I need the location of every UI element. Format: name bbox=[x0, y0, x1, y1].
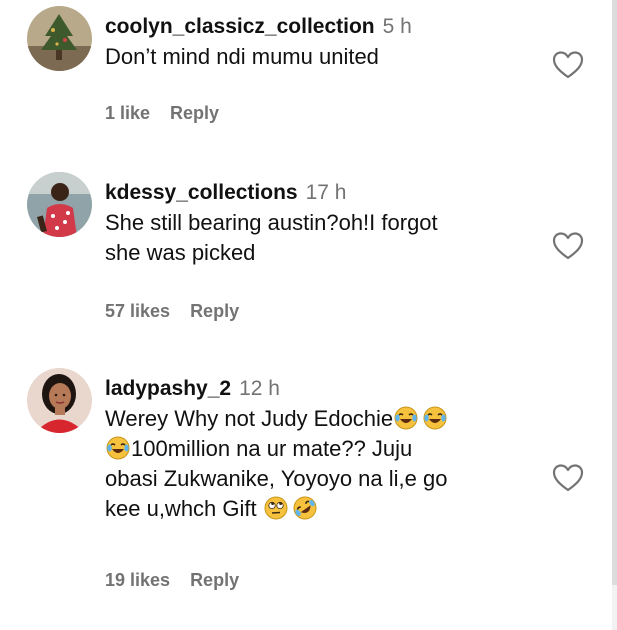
timestamp[interactable]: 12 h bbox=[239, 377, 280, 400]
comment-meta: 19 likes Reply bbox=[105, 569, 239, 591]
comment-text: Werey Why not Judy Edochie 100million na… bbox=[105, 404, 545, 524]
person-photo-avatar-icon bbox=[27, 172, 92, 237]
username[interactable]: coolyn_classicz_collection bbox=[105, 15, 375, 38]
likes-count[interactable]: 1 like bbox=[105, 103, 150, 123]
avatar[interactable] bbox=[27, 172, 92, 237]
rolling-on-the-floor-laughing-icon bbox=[293, 496, 317, 520]
likes-count[interactable]: 57 likes bbox=[105, 301, 170, 321]
comment-text-line: 100million na ur mate?? Juju bbox=[105, 434, 545, 464]
comment-text-segment: 100million na ur mate?? Juju bbox=[131, 436, 413, 461]
heart-outline-icon bbox=[552, 464, 584, 492]
comment-text-line: obasi Zukwanike, Yoyoyo na li,e go bbox=[105, 466, 448, 491]
comment-text: Don’t mind ndi mumu united bbox=[105, 42, 545, 72]
timestamp[interactable]: 5 h bbox=[383, 15, 412, 38]
tree-photo-avatar-icon bbox=[27, 6, 92, 71]
comment-text-line: Don’t mind ndi mumu united bbox=[105, 44, 379, 69]
comment-text-line: she was picked bbox=[105, 240, 256, 265]
reply-button[interactable]: Reply bbox=[190, 301, 239, 321]
username[interactable]: kdessy_collections bbox=[105, 181, 298, 204]
comment-body: ladypashy_2 12 h Werey Why not Judy Edoch… bbox=[105, 376, 545, 524]
reply-button[interactable]: Reply bbox=[190, 570, 239, 590]
comment-header: ladypashy_2 12 h bbox=[105, 376, 545, 402]
timestamp[interactable]: 17 h bbox=[306, 181, 347, 204]
scrollbar-track[interactable] bbox=[612, 0, 617, 630]
comment-header: kdessy_collections 17 h bbox=[105, 180, 545, 206]
username[interactable]: ladypashy_2 bbox=[105, 377, 231, 400]
heart-outline-icon bbox=[552, 232, 584, 260]
comment-body: kdessy_collections 17 h She still bearing… bbox=[105, 180, 545, 268]
heart-outline-icon bbox=[552, 51, 584, 79]
comment-text-segment: kee u,whch Gift bbox=[105, 496, 257, 521]
face-with-rolling-eyes-icon bbox=[264, 496, 288, 520]
face-with-tears-of-joy-icon bbox=[423, 406, 447, 430]
avatar[interactable] bbox=[27, 368, 92, 433]
comment-meta: 1 like Reply bbox=[105, 102, 219, 124]
like-button[interactable] bbox=[552, 231, 584, 261]
avatar[interactable] bbox=[27, 6, 92, 71]
comment-header: coolyn_classicz_collection 5 h bbox=[105, 14, 545, 40]
comment-body: coolyn_classicz_collection 5 h Don’t mind… bbox=[105, 14, 545, 72]
comment-text-line: She still bearing austin?oh!I forgot bbox=[105, 210, 438, 235]
face-with-tears-of-joy-icon bbox=[106, 436, 130, 460]
reply-button[interactable]: Reply bbox=[170, 103, 219, 123]
scrollbar-thumb[interactable] bbox=[612, 0, 617, 585]
face-with-tears-of-joy-icon bbox=[394, 406, 418, 430]
likes-count[interactable]: 19 likes bbox=[105, 570, 170, 590]
like-button[interactable] bbox=[552, 463, 584, 493]
like-button[interactable] bbox=[552, 50, 584, 80]
woman-photo-avatar-icon bbox=[27, 368, 92, 433]
comment-text-line: Werey Why not Judy Edochie bbox=[105, 404, 545, 434]
comment-text: She still bearing austin?oh!I forgot she… bbox=[105, 208, 545, 268]
comment-text-line: kee u,whch Gift bbox=[105, 494, 545, 524]
comment-text-segment: Werey Why not Judy Edochie bbox=[105, 406, 394, 431]
comment-meta: 57 likes Reply bbox=[105, 300, 239, 322]
